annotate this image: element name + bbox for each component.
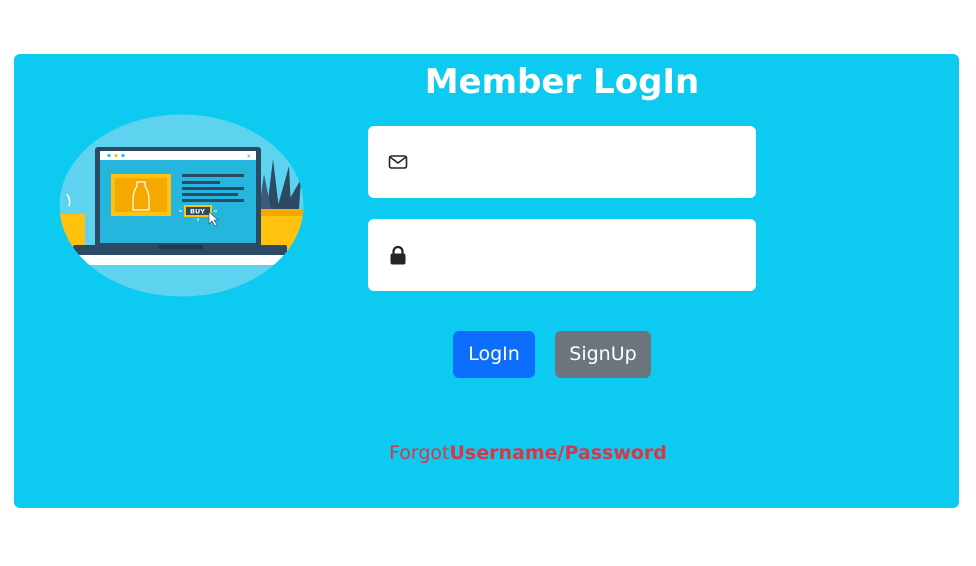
- laptop-shopping-illustration: x BUY: [59, 114, 304, 297]
- login-card: Member LogIn x BUY LogIn SignUp ForgotUs…: [14, 54, 959, 508]
- buy-label: BUY: [190, 208, 205, 216]
- password-input[interactable]: [424, 237, 738, 275]
- signup-button[interactable]: SignUp: [555, 331, 651, 378]
- forgot-username-password-link[interactable]: Username/Password: [450, 442, 667, 464]
- page-title: Member LogIn: [424, 62, 700, 102]
- email-input[interactable]: [424, 144, 738, 182]
- forgot-credentials: ForgotUsername/Password: [389, 440, 667, 466]
- email-field[interactable]: [368, 126, 756, 198]
- svg-text:x: x: [247, 153, 251, 160]
- login-button[interactable]: LogIn: [453, 331, 535, 378]
- password-field[interactable]: [368, 219, 756, 291]
- forgot-prefix: Forgot: [389, 442, 450, 464]
- lock-icon: [390, 245, 406, 265]
- envelope-icon: [388, 155, 408, 169]
